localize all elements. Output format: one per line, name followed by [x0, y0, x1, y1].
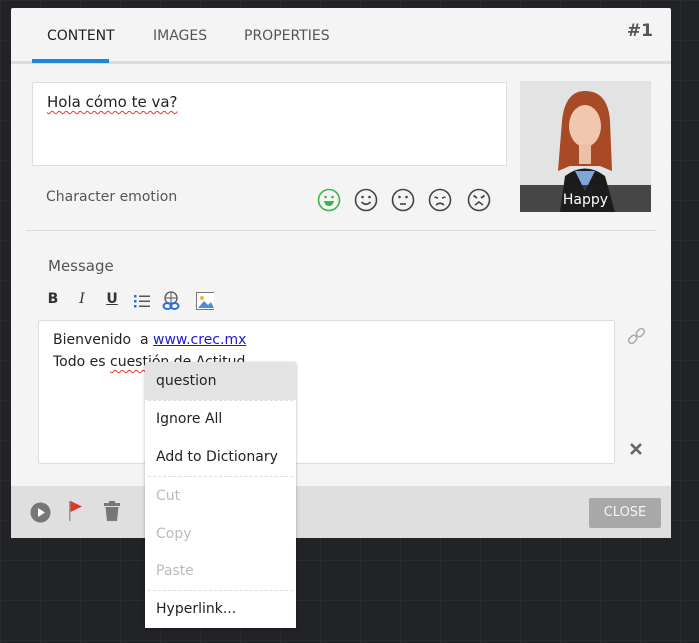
dialog: CONTENT IMAGES PROPERTIES #1 Hola cómo t… — [11, 8, 671, 538]
emotion-caption: Happy — [520, 185, 651, 212]
menu-item-add-to-dictionary[interactable]: Add to Dictionary — [145, 438, 296, 476]
menu-item-copy[interactable]: Copy — [145, 515, 296, 553]
link-icon[interactable] — [628, 327, 646, 345]
tab-content[interactable]: CONTENT — [47, 28, 115, 44]
spellcheck-context-menu: question Ignore All Add to Dictionary Cu… — [145, 362, 296, 628]
message-text: Bienvenido a — [53, 332, 154, 348]
dialogue-text: Hola cómo te va? — [47, 93, 178, 111]
angry-emotion-icon[interactable] — [467, 188, 491, 212]
message-label: Message — [48, 257, 114, 275]
section-divider — [26, 230, 656, 231]
image-icon[interactable] — [196, 292, 214, 312]
flag-icon[interactable] — [68, 500, 86, 522]
sad-emotion-icon[interactable] — [428, 188, 452, 212]
dialogue-text-input[interactable]: Hola cómo te va? — [32, 82, 507, 166]
dialog-footer: CLOSE — [11, 486, 671, 538]
message-editor[interactable]: Bienvenido a www.crec.mx Todo es cuestió… — [38, 320, 615, 464]
active-tab-indicator — [32, 59, 109, 63]
happy-emotion-icon[interactable] — [317, 188, 341, 212]
trash-icon[interactable] — [104, 501, 120, 521]
message-link[interactable]: www.crec.mx — [153, 332, 246, 348]
hyperlink-icon[interactable] — [162, 291, 180, 311]
emotion-label: Character emotion — [46, 189, 178, 205]
smile-emotion-icon[interactable] — [354, 188, 378, 212]
item-number: #1 — [626, 21, 653, 41]
message-text: Todo es — [53, 354, 110, 370]
italic-button[interactable]: I — [73, 291, 91, 311]
close-button[interactable]: CLOSE — [589, 498, 661, 528]
tab-images[interactable]: IMAGES — [153, 28, 207, 44]
character-photo: Happy — [520, 81, 651, 212]
menu-item-cut[interactable]: Cut — [145, 477, 296, 515]
bold-button[interactable]: B — [44, 291, 62, 311]
menu-item-suggestion[interactable]: question — [145, 362, 296, 400]
play-icon[interactable] — [30, 502, 51, 523]
neutral-emotion-icon[interactable] — [391, 188, 415, 212]
underline-button[interactable]: U — [103, 291, 121, 311]
menu-item-hyperlink[interactable]: Hyperlink... — [145, 590, 296, 628]
menu-item-paste[interactable]: Paste — [145, 552, 296, 590]
list-icon[interactable] — [133, 293, 151, 313]
clear-icon[interactable] — [629, 442, 643, 456]
menu-item-ignore-all[interactable]: Ignore All — [145, 400, 296, 438]
tab-bar: CONTENT IMAGES PROPERTIES #1 — [11, 8, 671, 64]
tab-properties[interactable]: PROPERTIES — [244, 28, 330, 44]
